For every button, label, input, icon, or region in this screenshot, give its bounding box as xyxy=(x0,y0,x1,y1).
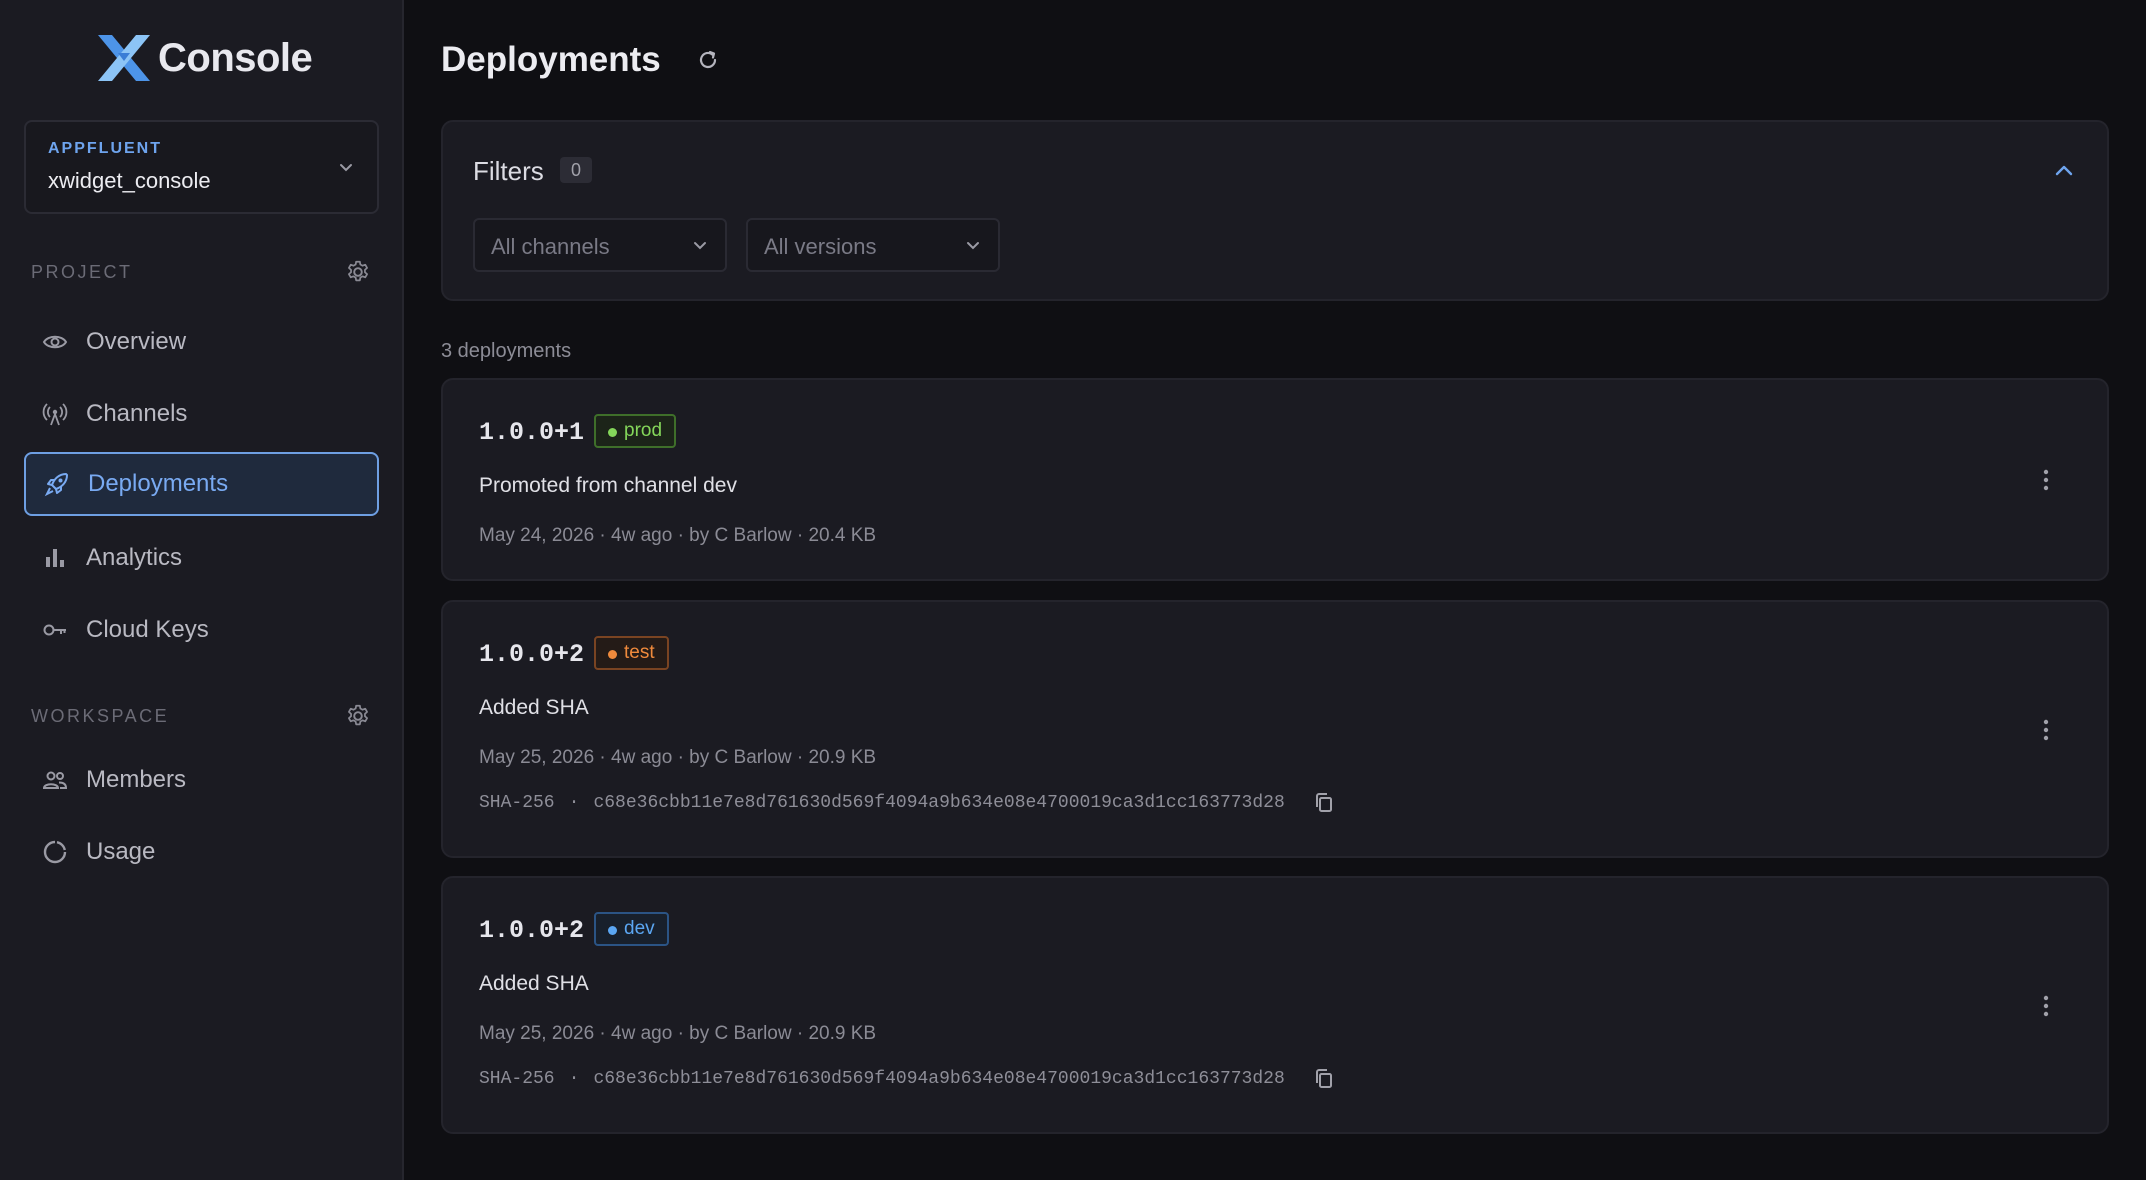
sha-separator: · xyxy=(568,793,580,813)
channel-badge: prod xyxy=(594,414,677,448)
copy-icon[interactable] xyxy=(1313,1068,1335,1090)
deployment-meta: May 25, 2026 · 4w ago · by C Barlow · 20… xyxy=(479,1023,877,1044)
channels-filter-select[interactable]: All channels xyxy=(473,218,727,272)
deployment-card[interactable]: 1.0.0+1 prod Promoted from channel dev M… xyxy=(441,378,2109,581)
members-icon xyxy=(42,771,68,789)
deployment-version: 1.0.0+2 xyxy=(479,916,585,945)
sha-value: c68e36cbb11e7e8d761630d569f4094a9b634e08… xyxy=(593,793,1285,813)
sidebar-item-overview[interactable]: Overview xyxy=(24,310,379,374)
copy-icon[interactable] xyxy=(1313,792,1335,814)
deployment-meta: May 25, 2026 · 4w ago · by C Barlow · 20… xyxy=(479,747,877,768)
x-logo-icon xyxy=(98,35,150,81)
chevron-up-icon[interactable] xyxy=(2051,158,2077,184)
chevron-down-icon xyxy=(967,242,979,250)
sha-label: SHA-256 xyxy=(479,1069,555,1089)
key-icon xyxy=(43,624,66,636)
sha-row: SHA-256 · c68e36cbb11e7e8d761630d569f409… xyxy=(479,1068,1335,1090)
deployment-meta: May 24, 2026 · 4w ago · by C Barlow · 20… xyxy=(479,525,877,546)
deployment-description: Promoted from channel dev xyxy=(479,474,737,497)
chevron-down-icon xyxy=(340,164,352,172)
rocket-icon xyxy=(44,473,68,497)
sha-label: SHA-256 xyxy=(479,793,555,813)
sidebar-item-analytics[interactable]: Analytics xyxy=(24,526,379,590)
app-logo[interactable]: Console xyxy=(96,33,313,83)
sidebar-item-members[interactable]: Members xyxy=(24,748,379,812)
main-content: Deployments Filters 0 All channels All v… xyxy=(404,0,2146,1180)
filters-title: Filters xyxy=(473,156,544,186)
sha-separator: · xyxy=(568,1069,580,1089)
sidebar-item-channels[interactable]: Channels xyxy=(24,382,379,446)
deployments-count: 3 deployments xyxy=(441,340,572,362)
sha-row: SHA-256 · c68e36cbb11e7e8d761630d569f409… xyxy=(479,792,1335,814)
more-options-icon[interactable] xyxy=(2041,994,2051,1018)
project-section-header: PROJECT xyxy=(31,259,371,285)
filters-count-badge: 0 xyxy=(560,157,592,183)
sidebar-item-label: Deployments xyxy=(88,470,229,497)
refresh-icon[interactable] xyxy=(696,48,720,72)
sidebar-item-label: Members xyxy=(86,766,187,793)
deployment-description: Added SHA xyxy=(479,972,589,995)
project-name: xwidget_console xyxy=(48,168,211,193)
sidebar-item-label: Usage xyxy=(86,838,156,865)
app-name: Console xyxy=(158,35,313,80)
org-name: APPFLUENT xyxy=(48,140,162,157)
eye-icon xyxy=(42,335,68,349)
sidebar-item-usage[interactable]: Usage xyxy=(24,820,379,884)
broadcast-icon xyxy=(42,403,68,426)
project-section-label: PROJECT xyxy=(31,261,133,282)
sidebar-item-label: Channels xyxy=(86,400,188,427)
deployment-card[interactable]: 1.0.0+2 dev Added SHA May 25, 2026 · 4w … xyxy=(441,876,2109,1134)
workspace-section-header: WORKSPACE xyxy=(31,703,371,729)
filters-panel: Filters 0 All channels All versions xyxy=(441,120,2109,301)
chevron-down-icon xyxy=(694,242,706,250)
more-options-icon[interactable] xyxy=(2041,468,2051,492)
channels-filter-value: All channels xyxy=(491,234,610,259)
workspace-settings-gear-icon[interactable] xyxy=(345,703,371,729)
more-options-icon[interactable] xyxy=(2041,718,2051,742)
usage-icon xyxy=(43,840,67,864)
bar-chart-icon xyxy=(46,549,64,567)
sidebar: Console APPFLUENT xwidget_console PROJEC… xyxy=(0,0,404,1180)
sidebar-item-label: Overview xyxy=(86,328,187,355)
versions-filter-value: All versions xyxy=(764,234,877,259)
versions-filter-select[interactable]: All versions xyxy=(746,218,1000,272)
project-settings-gear-icon[interactable] xyxy=(345,259,371,285)
deployment-version: 1.0.0+2 xyxy=(479,640,585,669)
sidebar-item-label: Cloud Keys xyxy=(86,616,209,643)
deployment-description: Added SHA xyxy=(479,696,589,719)
deployment-version: 1.0.0+1 xyxy=(479,418,585,447)
workspace-section-label: WORKSPACE xyxy=(31,705,170,726)
page-title: Deployments xyxy=(441,40,661,79)
channel-badge: dev xyxy=(594,912,669,946)
sidebar-item-label: Analytics xyxy=(86,544,183,571)
channel-badge: test xyxy=(594,636,669,670)
sidebar-item-deployments[interactable]: Deployments xyxy=(24,452,379,516)
deployment-card[interactable]: 1.0.0+2 test Added SHA May 25, 2026 · 4w… xyxy=(441,600,2109,858)
sha-value: c68e36cbb11e7e8d761630d569f4094a9b634e08… xyxy=(593,1069,1285,1089)
sidebar-item-cloud-keys[interactable]: Cloud Keys xyxy=(24,598,379,662)
project-selector[interactable]: APPFLUENT xwidget_console xyxy=(24,120,379,214)
